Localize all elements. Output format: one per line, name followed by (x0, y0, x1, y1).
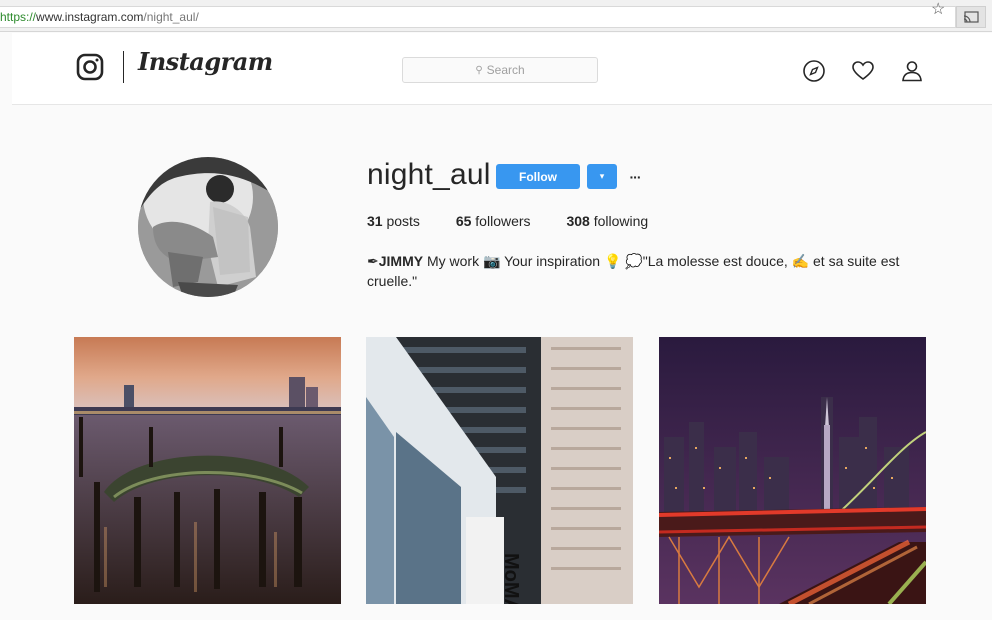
camera-emoji: 📷 (482, 253, 501, 269)
post-thumbnail-3[interactable] (659, 337, 926, 604)
follow-button[interactable]: Follow (496, 164, 580, 189)
suggestions-dropdown-button[interactable]: ▾ (587, 164, 617, 189)
speech-bubble-emoji: 💭 (625, 253, 643, 269)
profile-stats: 31 posts 65 followers 308 following (367, 213, 680, 229)
followers-stat[interactable]: 65 followers (456, 213, 531, 229)
harbor-pier-photo (74, 337, 341, 604)
profile-bio: ✒JIMMY My work 📷 Your inspiration 💡 💭"La… (367, 251, 927, 291)
bio-text-2: Your inspiration (504, 253, 601, 269)
instagram-camera-icon[interactable] (76, 53, 104, 81)
writing-hand-emoji: ✍ (791, 253, 810, 269)
instagram-nav-bar: Instagram ⚲ Search (12, 33, 992, 105)
cast-button[interactable] (956, 6, 986, 28)
avatar-photo (138, 157, 278, 297)
bulb-emoji: 💡 (603, 253, 622, 269)
star-icon[interactable]: ☆ (931, 2, 945, 18)
search-icon: ⚲ (475, 64, 483, 76)
search-placeholder: Search (486, 63, 525, 77)
bio-name: JIMMY (378, 253, 424, 269)
post-thumbnail-1[interactable] (74, 337, 341, 604)
posts-stat: 31 posts (367, 213, 420, 229)
url-text[interactable]: https://www.instagram.com/night_aul/ (0, 10, 199, 24)
skyscrapers-photo: MoMA (366, 337, 633, 604)
bio-text-3: "La molesse est douce, (642, 253, 788, 269)
post-thumbnail-2[interactable]: MoMA (366, 337, 633, 604)
search-input[interactable]: ⚲ Search (402, 57, 598, 83)
pen-emoji: ✒ (367, 253, 379, 269)
cast-icon (963, 11, 979, 23)
compass-icon[interactable] (802, 59, 826, 83)
bridge-city-photo (659, 337, 926, 604)
profile-username: night_aul (367, 158, 491, 191)
profile-avatar[interactable] (138, 157, 278, 297)
following-stat[interactable]: 308 following (566, 213, 648, 229)
logo-divider (123, 51, 124, 83)
instagram-wordmark[interactable]: Instagram (138, 47, 273, 76)
svg-text:MoMA: MoMA (500, 553, 522, 604)
more-options-button[interactable]: ··· (627, 164, 643, 189)
bio-text-1: My work (426, 253, 480, 269)
person-icon[interactable] (900, 59, 924, 83)
heart-icon[interactable] (851, 59, 875, 83)
browser-address-bar: https://www.instagram.com/night_aul/ ☆ (0, 0, 992, 32)
url-field[interactable]: https://www.instagram.com/night_aul/ (0, 6, 956, 28)
